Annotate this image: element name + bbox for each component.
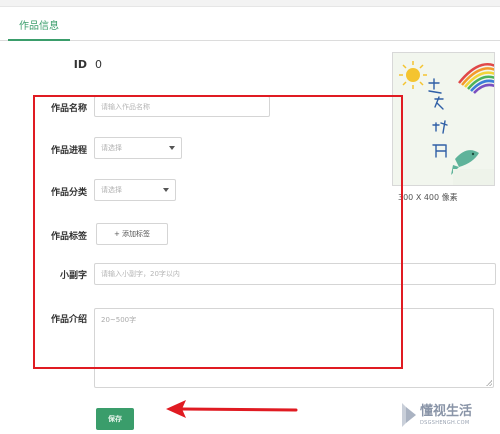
watermark-text: 懂视生活	[420, 404, 473, 419]
tab-bar: 作品信息	[0, 16, 500, 41]
top-bar	[0, 0, 500, 7]
save-button[interactable]: 保存	[96, 408, 134, 430]
annotation-arrow-icon	[166, 400, 298, 418]
id-value: 0	[95, 58, 102, 71]
annotation-highlight-box	[33, 95, 403, 369]
cover-image[interactable]	[392, 52, 495, 186]
watermark-subtext: DSGSHENGH.COM	[420, 420, 470, 426]
cover-size-caption: 300 X 400 像素	[398, 193, 458, 202]
id-label: ID	[73, 58, 87, 71]
tab-work-info[interactable]: 作品信息	[8, 16, 70, 41]
cover-illustration	[393, 53, 494, 185]
resize-grip-icon[interactable]	[486, 380, 492, 386]
